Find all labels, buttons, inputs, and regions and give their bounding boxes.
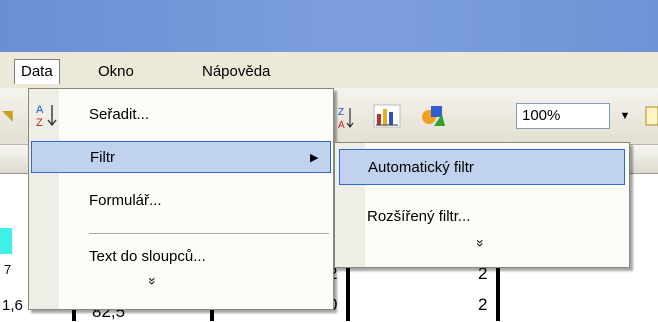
menu-data-label: Data: [21, 63, 53, 80]
svg-text:Z: Z: [338, 107, 344, 118]
window-titlebar: [0, 0, 658, 52]
menu-item-formular[interactable]: Formulář...: [31, 185, 331, 217]
drawing-icon[interactable]: [420, 102, 446, 130]
svg-text:A: A: [338, 120, 345, 130]
submenu-arrow-icon: ▶: [310, 152, 319, 164]
toolbar-partial-icon[interactable]: ◥: [2, 108, 13, 122]
menu-item-rozsireny-filtr-label: Rozšířený filtr...: [367, 208, 471, 225]
chart-wizard-icon[interactable]: [373, 104, 401, 130]
cell-value: 2: [478, 295, 488, 314]
expand-submenu-glyph: »: [472, 239, 489, 247]
menu-item-formular-label: Formulář...: [89, 192, 162, 209]
expand-menu-chevron-icon[interactable]: »: [145, 273, 161, 289]
menu-okno[interactable]: Okno: [92, 60, 140, 84]
svg-text:A: A: [36, 104, 44, 116]
menu-item-automaticky-filtr-label: Automatický filtr: [368, 159, 474, 176]
cell-value: 7: [4, 262, 12, 277]
filter-submenu: Automatický filtr Rozšířený filtr... »: [334, 142, 630, 268]
zoom-dropdown-arrow-icon[interactable]: ▼: [615, 103, 635, 129]
menu-item-seradit-label: Seřadit...: [89, 106, 150, 123]
cell-value: 1,6: [2, 297, 23, 314]
sort-descending-icon[interactable]: ZA: [338, 104, 354, 132]
menu-napoveda-label: Nápověda: [202, 63, 271, 80]
data-menu: AZ Seřadit... Filtr ▶ Formulář... Text d…: [28, 88, 334, 310]
menu-napoveda[interactable]: Nápověda: [196, 60, 276, 84]
svg-text:Z: Z: [36, 117, 43, 129]
menu-item-text-do-sloupcu-label: Text do sloupců...: [89, 248, 206, 265]
zoom-value: 100%: [522, 107, 561, 124]
expand-menu-glyph: »: [144, 277, 161, 285]
zoom-select[interactable]: 100%: [516, 103, 610, 129]
menu-item-automaticky-filtr[interactable]: Automatický filtr: [339, 149, 625, 185]
row-header-highlight: [0, 228, 12, 254]
toolbar-overflow-icon[interactable]: [645, 106, 658, 128]
menu-item-filtr[interactable]: Filtr ▶: [31, 141, 331, 173]
expand-submenu-chevron-icon[interactable]: »: [473, 235, 489, 251]
menu-item-rozsireny-filtr[interactable]: Rozšířený filtr...: [337, 201, 627, 233]
menu-okno-label: Okno: [98, 63, 134, 80]
menu-separator: [89, 233, 329, 234]
sort-ascending-icon: AZ: [35, 101, 59, 141]
menu-item-text-do-sloupcu[interactable]: Text do sloupců...: [31, 241, 331, 273]
menubar: Data Okno Nápověda: [0, 52, 658, 88]
menu-item-filtr-label: Filtr: [90, 149, 115, 166]
menu-item-seradit[interactable]: AZ Seřadit...: [31, 99, 331, 131]
menu-data[interactable]: Data: [14, 59, 60, 84]
